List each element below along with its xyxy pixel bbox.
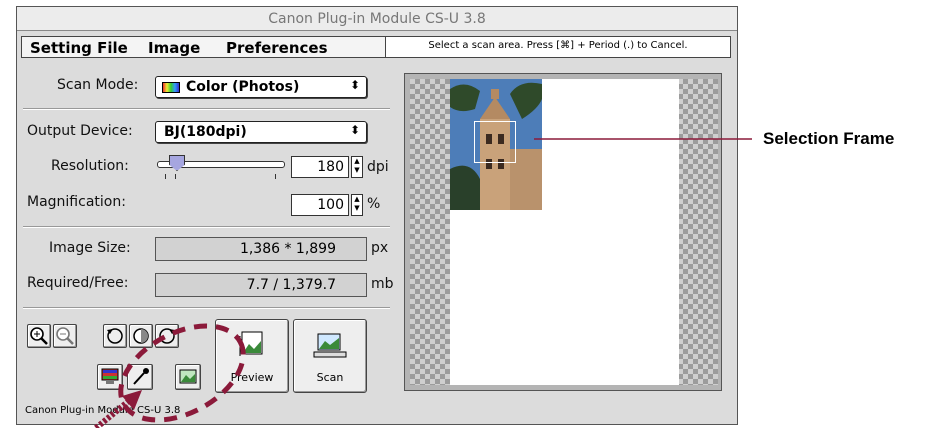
preview-area[interactable] [404, 73, 722, 391]
image-size-unit: px [371, 240, 389, 256]
updown-arrows-icon: ⬍ [349, 78, 360, 92]
slider-ticks [157, 174, 285, 180]
eyedropper-button[interactable] [127, 364, 153, 390]
resolution-stepper[interactable]: ▲ ▼ [351, 156, 363, 178]
preview-label: Preview [230, 371, 274, 384]
monitor-color-icon [101, 368, 119, 384]
eyedropper-icon [133, 368, 149, 385]
scan-mode-label: Scan Mode: [57, 77, 139, 93]
scan-button[interactable]: Scan [293, 319, 367, 393]
menu-image[interactable]: Image [148, 39, 200, 57]
preview-icon [239, 331, 263, 356]
zoom-in-icon [30, 327, 48, 345]
window-title: Canon Plug-in Module CS-U 3.8 [268, 11, 486, 27]
required-free-field: 7.7 / 1,379.7 [155, 273, 367, 297]
image-size-label: Image Size: [49, 240, 131, 256]
zoom-out-button[interactable] [53, 324, 77, 348]
output-device-label: Output Device: [27, 123, 133, 139]
mirror-button[interactable] [129, 324, 153, 348]
preview-button[interactable]: Preview [215, 319, 289, 393]
preview-paper [450, 79, 679, 385]
footer-text: Canon Plug-in Module CS-U 3.8 [25, 405, 181, 416]
color-adjust-button[interactable] [97, 364, 123, 390]
scan-mode-select[interactable]: Color (Photos) ⬍ [155, 76, 367, 98]
preview-image [450, 79, 542, 210]
magnification-stepper[interactable]: ▲ ▼ [351, 194, 363, 216]
scan-mode-value: Color (Photos) [186, 79, 300, 95]
image-adjust-button[interactable] [175, 364, 201, 390]
rotate-right-button[interactable] [155, 324, 179, 348]
slider-thumb[interactable] [169, 155, 185, 171]
resolution-unit: dpi [367, 159, 389, 175]
color-mode-icon [162, 82, 180, 93]
resolution-slider[interactable] [157, 155, 285, 181]
zoom-out-icon [56, 327, 74, 345]
selection-frame[interactable] [474, 121, 516, 163]
title-bar[interactable]: Canon Plug-in Module CS-U 3.8 [17, 7, 737, 31]
resolution-label: Resolution: [51, 158, 129, 174]
checker-right [678, 79, 718, 385]
required-free-label: Required/Free: [27, 275, 129, 291]
callout-selection-frame: Selection Frame [763, 129, 895, 148]
rotate-left-icon [107, 328, 123, 344]
picture-icon [179, 369, 197, 384]
rotate-right-icon [159, 328, 175, 344]
divider [23, 226, 390, 228]
mirror-icon [133, 328, 149, 344]
required-free-unit: mb [371, 276, 394, 292]
plugin-window: Canon Plug-in Module CS-U 3.8 Setting Fi… [16, 6, 738, 425]
image-size-field: 1,386 * 1,899 [155, 237, 367, 261]
output-device-value: BJ(180dpi) [164, 124, 247, 140]
status-message: Select a scan area. Press [⌘] + Period (… [385, 36, 731, 58]
magnification-label: Magnification: [27, 194, 126, 210]
rotate-left-button[interactable] [103, 324, 127, 348]
scanner-icon [313, 333, 347, 358]
output-device-select[interactable]: BJ(180dpi) ⬍ [155, 121, 367, 143]
divider [23, 108, 390, 110]
checker-left [410, 79, 450, 385]
resolution-input[interactable]: 180 [291, 156, 349, 178]
magnification-input[interactable]: 100 [291, 194, 349, 216]
menu-bar: Setting File Image Preferences [21, 36, 386, 58]
menu-setting-file[interactable]: Setting File [30, 39, 128, 57]
scan-label: Scan [316, 371, 344, 384]
zoom-in-button[interactable] [27, 324, 51, 348]
magnification-unit: % [367, 196, 381, 212]
divider [23, 307, 390, 309]
updown-arrows-icon: ⬍ [349, 123, 360, 137]
menu-preferences[interactable]: Preferences [226, 39, 328, 57]
